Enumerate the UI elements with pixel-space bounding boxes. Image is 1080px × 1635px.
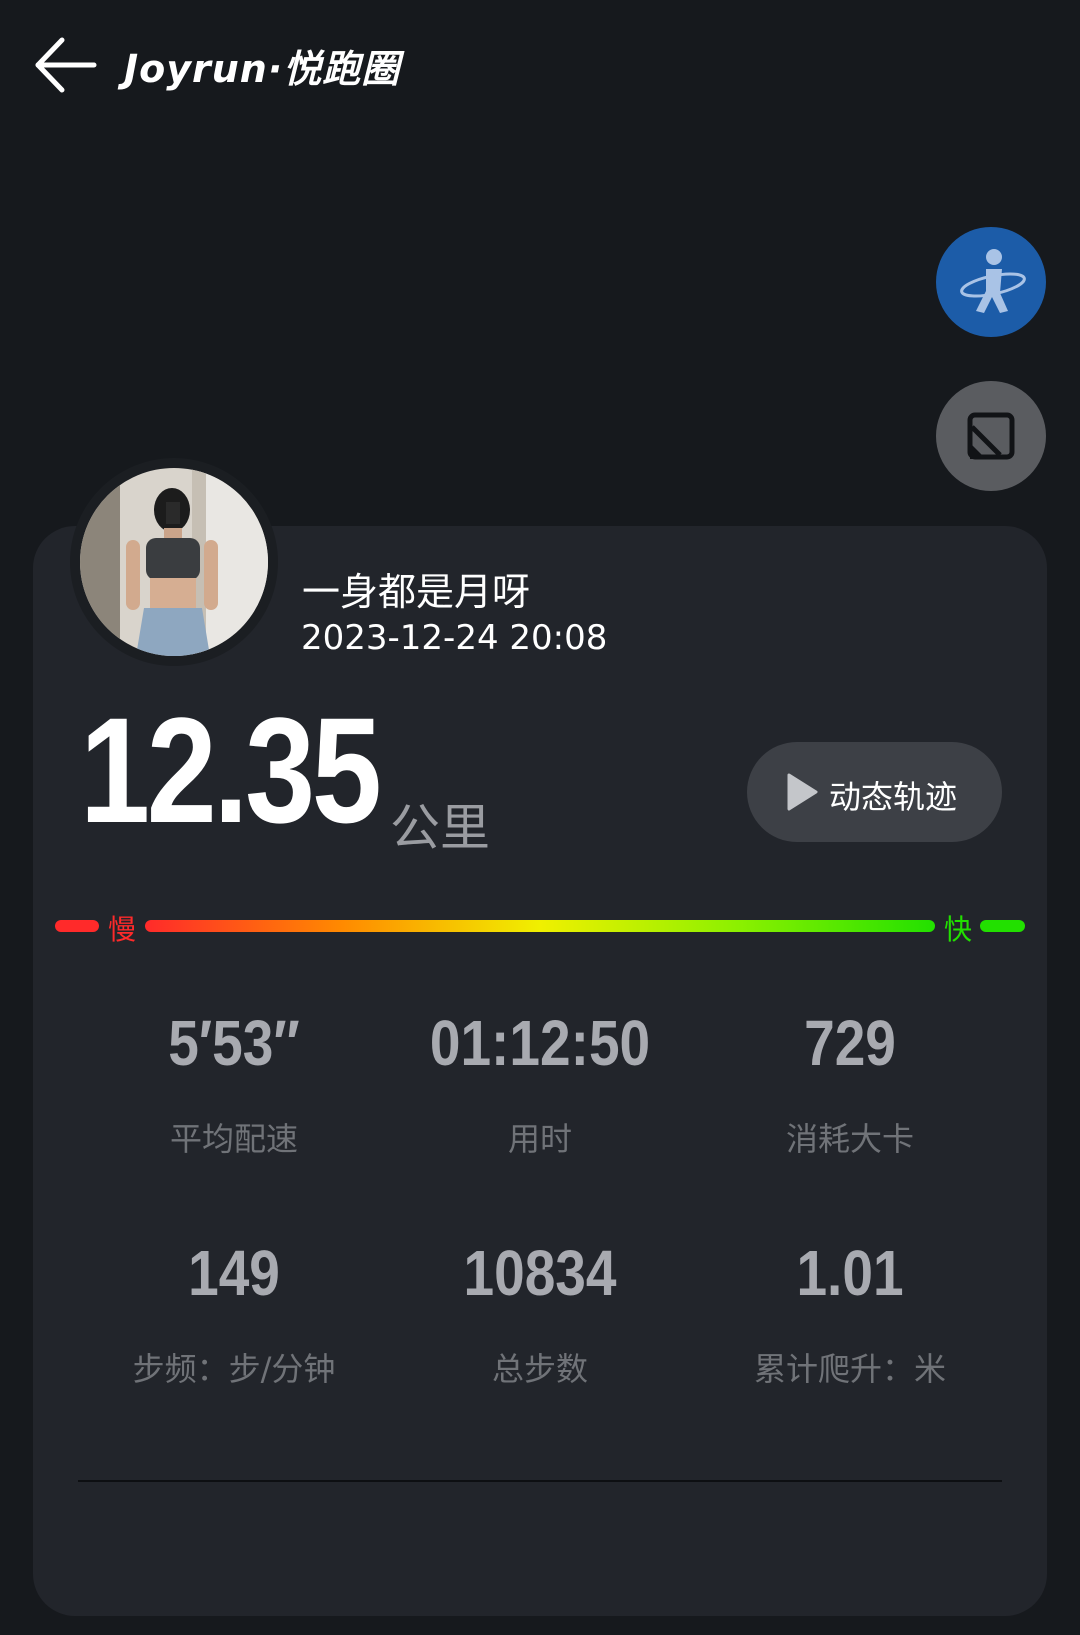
crop-button[interactable]	[936, 381, 1046, 491]
pace-bar-fast-segment	[980, 920, 1025, 932]
total-steps-label: 总步数	[491, 1350, 588, 1388]
pace-slow-label: 慢	[108, 913, 137, 946]
username: 一身都是月呀	[302, 570, 531, 614]
distance-unit: 公里	[390, 799, 490, 857]
distance-value: 12.35	[80, 686, 382, 854]
total-steps-value: 10834	[463, 1237, 617, 1309]
pace-gradient-bar	[55, 920, 1025, 932]
calories-value: 729	[804, 1007, 896, 1079]
top-bar: Joyrun·悦跑圈	[0, 0, 1080, 130]
cadence-label: 步频：步/分钟	[132, 1350, 336, 1388]
dynamic-track-button[interactable]: 动态轨迹	[747, 742, 1002, 842]
pace-fast-label: 快	[944, 913, 973, 946]
duration-value: 01:12:50	[429, 1007, 651, 1079]
crop-icon	[967, 412, 1015, 460]
dynamic-track-label: 动态轨迹	[829, 778, 958, 816]
pace-bar-gradient-segment	[145, 920, 935, 932]
runner-icon	[960, 249, 1026, 313]
arrow-left-icon	[35, 37, 97, 93]
back-button[interactable]	[34, 36, 98, 94]
runner-mode-button[interactable]	[936, 227, 1046, 337]
elevation-gain-label: 累计爬升：米	[753, 1350, 946, 1388]
avatar[interactable]	[80, 468, 268, 656]
cadence-value: 149	[188, 1237, 280, 1309]
elevation-gain-value: 1.01	[796, 1237, 904, 1309]
play-icon	[787, 773, 818, 811]
run-datetime: 2023-12-24 20:08	[301, 618, 608, 658]
card-divider	[78, 1480, 1002, 1482]
app-brand-title: Joyrun·悦跑圈	[124, 47, 401, 91]
pace-bar-slow-segment	[55, 920, 99, 932]
avg-pace-value: 5′53′′	[168, 1007, 300, 1079]
duration-label: 用时	[507, 1120, 572, 1158]
avg-pace-label: 平均配速	[169, 1120, 298, 1158]
avatar-photo	[80, 468, 268, 656]
calories-label: 消耗大卡	[785, 1120, 914, 1158]
